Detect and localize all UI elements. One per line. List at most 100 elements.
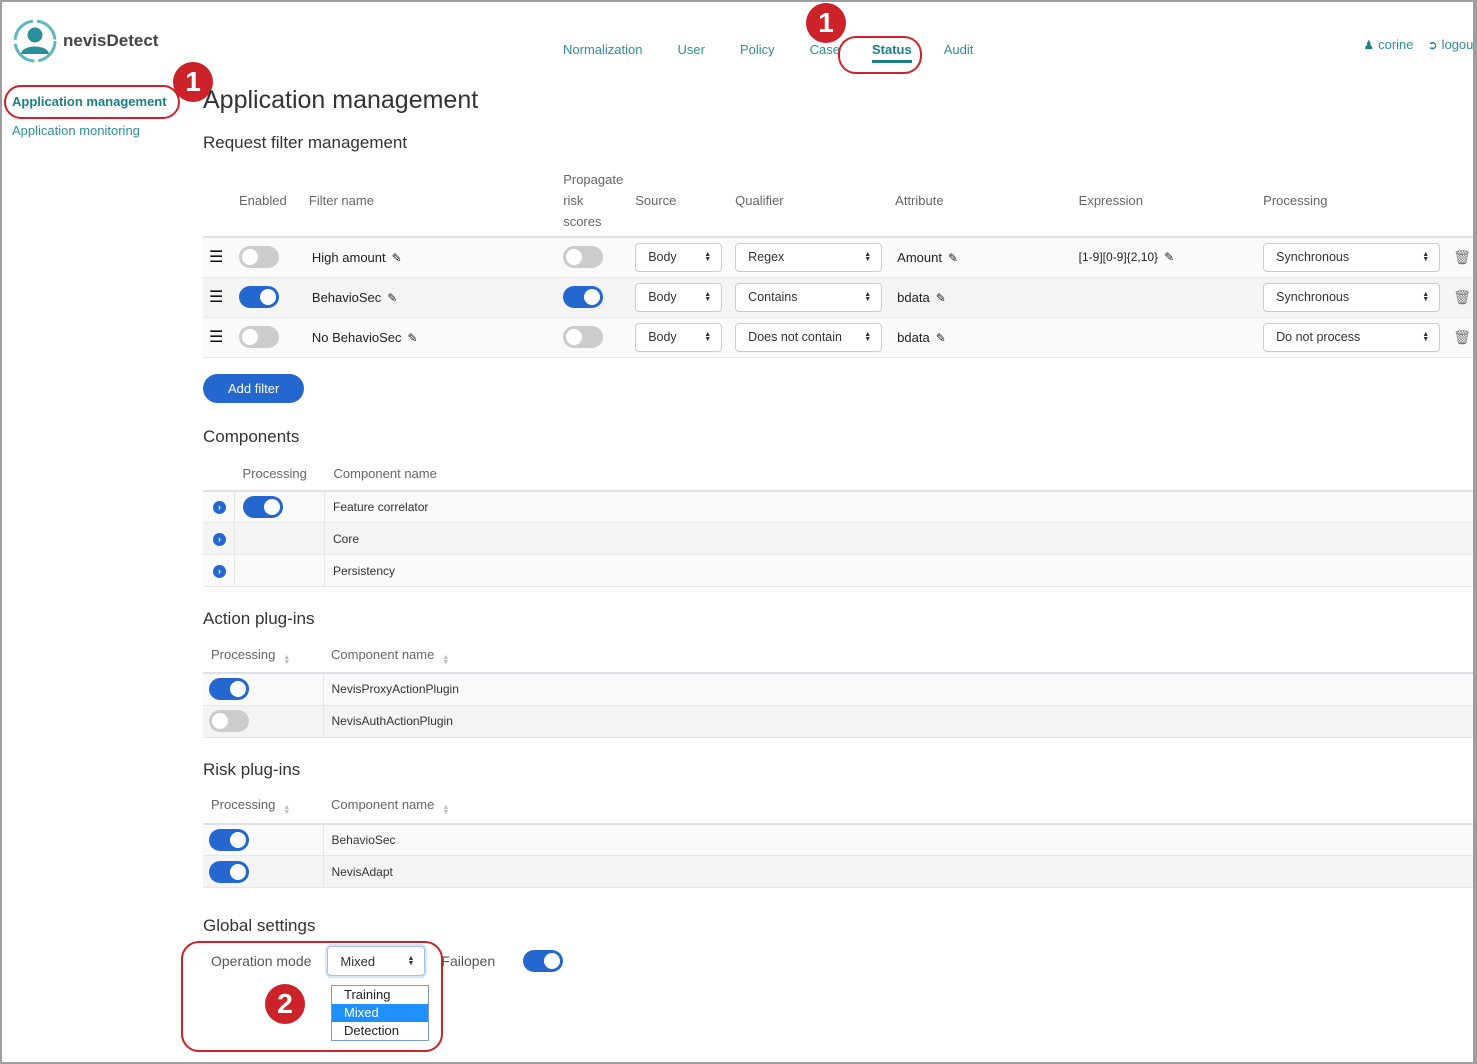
propagate-risk-toggle[interactable] — [563, 246, 604, 269]
edit-pencil-icon[interactable]: ✎ — [392, 251, 402, 265]
sidebar-item-application-management[interactable]: Application management — [12, 94, 167, 109]
processing-select[interactable]: Synchronous ▲ ▼ — [1263, 282, 1441, 312]
select-caret-icon: ▲ ▼ — [704, 291, 712, 303]
qualifier-select[interactable]: Contains ▲ ▼ — [735, 282, 883, 312]
failopen-toggle[interactable] — [523, 950, 564, 972]
nav-normalization[interactable]: Normalization — [563, 42, 642, 57]
select-caret-icon: ▲ ▼ — [1422, 251, 1430, 264]
sort-icon: ▲ ▼ — [442, 804, 450, 816]
attribute-value: bdata — [897, 329, 930, 345]
col-attribute: Attribute — [889, 165, 1073, 238]
components-table: Processing Component name › Feature corr… — [203, 456, 1477, 587]
operation-mode-select[interactable]: Mixed ▲ ▼ — [327, 946, 426, 976]
components-title: Components — [203, 426, 300, 446]
select-caret-icon: ▲ ▼ — [704, 251, 712, 264]
nav-user[interactable]: User — [677, 42, 704, 57]
plugin-processing-toggle[interactable] — [209, 710, 249, 732]
qualifier-select[interactable]: Does not contain ▲ ▼ — [735, 322, 883, 352]
edit-pencil-icon[interactable]: ✎ — [948, 251, 958, 265]
plugin-name: NevisProxyActionPlugin — [331, 682, 459, 697]
app-logo[interactable]: nevisDetect — [12, 18, 158, 64]
option-detection[interactable]: Detection — [332, 1022, 428, 1040]
filter-name: BehavioSec — [311, 289, 382, 305]
components-col-name: Component name — [324, 456, 1477, 492]
select-caret-icon: ▲ ▼ — [864, 251, 872, 264]
col-enabled: Enabled — [232, 165, 303, 238]
operation-mode-options: Training Mixed Detection — [331, 985, 429, 1041]
delete-trash-icon[interactable]: 🗑︎ — [1453, 249, 1471, 265]
components-col-processing: Processing — [234, 456, 325, 492]
logo-user-cycle-icon — [13, 19, 57, 63]
top-navigation: Normalization User Policy Case Status Au… — [563, 42, 1008, 63]
failopen-label: Failopen — [441, 953, 496, 969]
filter-name: High amount — [311, 249, 386, 265]
edit-pencil-icon[interactable]: ✎ — [387, 291, 397, 305]
filter-enabled-toggle[interactable] — [238, 326, 279, 348]
expand-chevron-icon[interactable]: › — [213, 533, 226, 546]
nav-case[interactable]: Case — [810, 42, 840, 57]
filter-enabled-toggle[interactable] — [238, 286, 279, 308]
user-bar: ♟ corine ➲ logout — [1363, 37, 1477, 52]
plugin-processing-toggle[interactable] — [209, 860, 249, 883]
col-source: Source — [629, 165, 730, 238]
plugin-processing-toggle[interactable] — [209, 828, 249, 851]
global-settings-title: Global settings — [203, 916, 316, 935]
action-plugins-table: Processing ▲ ▼ Component name ▲ ▼ NevisProxy… — [203, 639, 1477, 738]
filter-enabled-toggle[interactable] — [238, 246, 279, 269]
processing-select[interactable]: Do not process ▲ ▼ — [1263, 322, 1441, 352]
qualifier-select[interactable]: Regex ▲ ▼ — [735, 242, 883, 272]
source-select[interactable]: Body ▲ ▼ — [635, 242, 723, 272]
source-select[interactable]: Body ▲ ▼ — [635, 322, 723, 352]
nav-audit[interactable]: Audit — [944, 42, 974, 57]
page-title: Application management — [203, 86, 479, 114]
edit-pencil-icon[interactable]: ✎ — [1164, 250, 1174, 264]
nav-status[interactable]: Status — [871, 42, 912, 63]
request-filter-title: Request filter management — [203, 133, 408, 152]
select-caret-icon: ▲ ▼ — [864, 331, 872, 343]
risk-plugin-row: BehavioSec — [203, 823, 1477, 856]
action-col-processing[interactable]: Processing ▲ ▼ — [203, 639, 323, 674]
add-filter-button[interactable]: Add filter — [203, 373, 305, 403]
risk-col-name[interactable]: Component name ▲ ▼ — [323, 789, 1477, 825]
propagate-risk-toggle[interactable] — [563, 286, 604, 308]
username: corine — [1378, 37, 1414, 52]
sort-icon: ▲ ▼ — [283, 653, 291, 666]
drag-handle-icon[interactable]: ☰ — [209, 289, 223, 306]
expand-chevron-icon[interactable]: › — [213, 565, 226, 578]
main-content: Application management Request filter ma… — [203, 86, 1477, 976]
risk-col-processing[interactable]: Processing ▲ ▼ — [203, 789, 323, 825]
option-mixed[interactable]: Mixed — [332, 1004, 428, 1022]
delete-trash-icon[interactable]: 🗑︎ — [1453, 289, 1471, 305]
risk-plugins-title: Risk plug-ins — [203, 759, 301, 779]
component-processing-toggle[interactable] — [243, 495, 283, 518]
delete-trash-icon[interactable]: 🗑︎ — [1453, 329, 1471, 345]
user-icon: ♟ — [1363, 37, 1375, 52]
plugin-processing-toggle[interactable] — [209, 678, 249, 701]
col-propagate: Propagate risk scores — [557, 165, 630, 238]
source-select[interactable]: Body ▲ ▼ — [635, 282, 723, 312]
expression-value: [1-9][0-9]{2,10} — [1078, 250, 1159, 265]
edit-pencil-icon[interactable]: ✎ — [936, 331, 946, 345]
attribute-value: bdata — [897, 289, 930, 305]
option-training[interactable]: Training — [332, 986, 428, 1004]
drag-handle-icon[interactable]: ☰ — [209, 329, 223, 346]
nav-policy[interactable]: Policy — [740, 42, 775, 57]
action-col-name[interactable]: Component name ▲ ▼ — [323, 639, 1477, 674]
global-settings: Global settings Operation mode Mixed ▲ ▼ … — [203, 916, 1477, 976]
component-row: › Feature correlator — [203, 490, 1477, 523]
component-name: Feature correlator — [333, 499, 429, 514]
user-link[interactable]: ♟ corine — [1363, 37, 1413, 52]
propagate-risk-toggle[interactable] — [563, 326, 604, 348]
edit-pencil-icon[interactable]: ✎ — [936, 291, 946, 305]
edit-pencil-icon[interactable]: ✎ — [408, 331, 418, 345]
processing-select[interactable]: Synchronous ▲ ▼ — [1263, 242, 1441, 272]
sidebar-item-application-monitoring[interactable]: Application monitoring — [12, 123, 167, 138]
drag-handle-icon[interactable]: ☰ — [209, 249, 223, 266]
col-qualifier: Qualifier — [729, 165, 890, 238]
expand-chevron-icon[interactable]: › — [213, 501, 226, 515]
action-plugins-title: Action plug-ins — [203, 609, 315, 628]
col-processing: Processing — [1257, 165, 1448, 238]
select-caret-icon: ▲ ▼ — [1422, 331, 1430, 343]
select-caret-icon: ▲ ▼ — [864, 291, 872, 303]
logout-link[interactable]: ➲ logout — [1428, 37, 1477, 52]
